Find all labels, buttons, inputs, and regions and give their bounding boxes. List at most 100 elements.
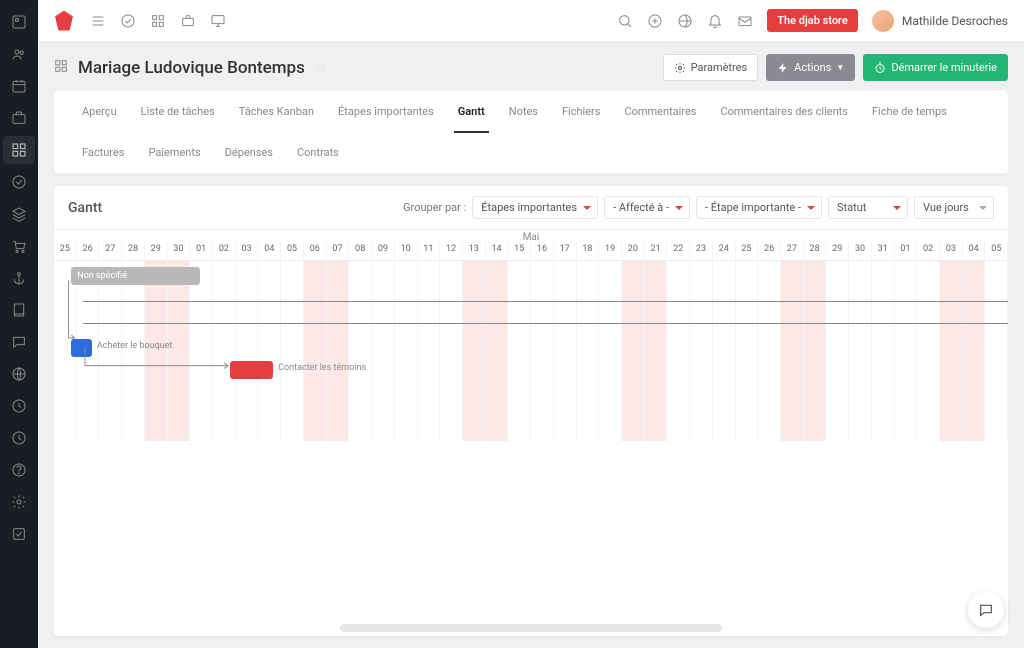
chat-fab[interactable] — [968, 592, 1004, 628]
nav-help-icon[interactable] — [3, 456, 35, 484]
nav-settings-icon[interactable] — [3, 488, 35, 516]
day-header: 16 — [531, 242, 554, 260]
tab-commentaires[interactable]: Commentaires — [612, 91, 708, 132]
tab-étapes-importantes[interactable]: Étapes importantes — [326, 91, 446, 132]
group-by-label: Grouper par : — [403, 201, 466, 214]
filter-milestone[interactable]: Étapes importantes — [472, 196, 598, 219]
nav-chat-icon[interactable] — [3, 328, 35, 356]
bar-unspecified[interactable]: Non spécifié — [71, 267, 200, 285]
bg-column — [281, 261, 304, 441]
globe-top-icon[interactable] — [677, 13, 693, 29]
brand-logo[interactable] — [54, 11, 74, 31]
label-task1: Acheter le bouquet — [97, 341, 172, 351]
bar-task2[interactable] — [230, 361, 273, 379]
nav-dashboard-icon[interactable] — [3, 8, 35, 36]
day-header: 05 — [985, 242, 1008, 260]
project-grid-icon — [54, 59, 68, 76]
bg-column — [145, 261, 168, 441]
filter-view[interactable]: Vue jours — [914, 196, 994, 219]
day-header: 26 — [758, 242, 781, 260]
bg-column — [826, 261, 849, 441]
nav-edit-icon[interactable] — [3, 520, 35, 548]
apps-icon[interactable] — [150, 13, 166, 29]
filter-assigned[interactable]: - Affecté à - — [604, 196, 690, 219]
nav-cart-icon[interactable] — [3, 232, 35, 260]
bg-column — [327, 261, 350, 441]
day-header: 11 — [418, 242, 441, 260]
tab-paiements[interactable]: Paiements — [136, 132, 212, 173]
bg-column — [577, 261, 600, 441]
star-icon[interactable]: ☆ — [315, 60, 328, 76]
bg-column — [258, 261, 281, 441]
day-header: 04 — [258, 242, 281, 260]
gantt-rows[interactable]: Non spécifié Acheter le bouquet Contacte… — [54, 261, 1008, 441]
bg-column — [395, 261, 418, 441]
user-name: Mathilde Desroches — [902, 14, 1008, 28]
tab-commentaires-des-clients[interactable]: Commentaires des clients — [708, 91, 860, 132]
tab-aperçu[interactable]: Aperçu — [70, 91, 129, 132]
bg-column — [713, 261, 736, 441]
nav-briefcase-icon[interactable] — [3, 104, 35, 132]
menu-icon[interactable] — [90, 13, 106, 29]
briefcase-icon[interactable] — [180, 13, 196, 29]
nav-layers-icon[interactable] — [3, 200, 35, 228]
nav-users-icon[interactable] — [3, 40, 35, 68]
store-button[interactable]: The djab store — [767, 9, 858, 32]
tab-contrats[interactable]: Contrats — [285, 132, 351, 173]
bar-task1[interactable] — [71, 339, 92, 357]
bg-column — [849, 261, 872, 441]
bg-column — [349, 261, 372, 441]
bg-column — [599, 261, 622, 441]
nav-check-icon[interactable] — [3, 168, 35, 196]
nav-calendar-icon[interactable] — [3, 72, 35, 100]
project-title: Mariage Ludovique Bontemps — [78, 58, 305, 78]
tab-gantt[interactable]: Gantt — [446, 91, 497, 132]
nav-book-icon[interactable] — [3, 296, 35, 324]
bg-column — [917, 261, 940, 441]
topbar: The djab store Mathilde Desroches — [38, 0, 1024, 42]
bg-column — [872, 261, 895, 441]
day-header: 20 — [622, 242, 645, 260]
actions-button[interactable]: Actions▼ — [766, 54, 855, 81]
day-header: 23 — [690, 242, 713, 260]
filter-status[interactable]: Statut — [828, 196, 908, 219]
tab-fichiers[interactable]: Fichiers — [550, 91, 612, 132]
tab-liste-de-tâches[interactable]: Liste de tâches — [129, 91, 227, 132]
bg-column — [122, 261, 145, 441]
tab-notes[interactable]: Notes — [497, 91, 550, 132]
timer-button[interactable]: Démarrer le minuterie — [863, 54, 1008, 81]
tab-dépenses[interactable]: Dépenses — [213, 132, 285, 173]
nav-anchor-icon[interactable] — [3, 264, 35, 292]
tab-fiche-de-temps[interactable]: Fiche de temps — [860, 91, 959, 132]
day-header: 04 — [963, 242, 986, 260]
day-header: 03 — [236, 242, 259, 260]
nav-globe-icon[interactable] — [3, 360, 35, 388]
horizontal-scrollbar[interactable] — [340, 624, 722, 632]
filter-milestone2[interactable]: - Étape importante - — [696, 196, 822, 219]
day-header: 31 — [872, 242, 895, 260]
bg-column — [531, 261, 554, 441]
nav-clock-icon[interactable] — [3, 424, 35, 452]
nav-grid-icon[interactable] — [3, 136, 35, 164]
bg-column — [236, 261, 259, 441]
bell-icon[interactable] — [707, 13, 723, 29]
day-header: 19 — [599, 242, 622, 260]
avatar — [872, 10, 894, 32]
check-circle-icon[interactable] — [120, 13, 136, 29]
search-icon[interactable] — [617, 13, 633, 29]
tab-factures[interactable]: Factures — [70, 132, 136, 173]
nav-logout-icon[interactable] — [3, 392, 35, 420]
day-header: 26 — [77, 242, 100, 260]
bg-column — [622, 261, 645, 441]
day-header: 07 — [327, 242, 350, 260]
day-header: 10 — [395, 242, 418, 260]
plus-icon[interactable] — [647, 13, 663, 29]
user-menu[interactable]: Mathilde Desroches — [872, 10, 1008, 32]
settings-button[interactable]: Paramètres — [663, 54, 759, 81]
monitor-icon[interactable] — [210, 13, 226, 29]
day-header: 22 — [667, 242, 690, 260]
bg-column — [985, 261, 1008, 441]
mail-icon[interactable] — [737, 13, 753, 29]
gantt-toolbar: Gantt Grouper par : Étapes importantes -… — [54, 186, 1008, 229]
tab-tâches-kanban[interactable]: Tâches Kanban — [227, 91, 326, 132]
